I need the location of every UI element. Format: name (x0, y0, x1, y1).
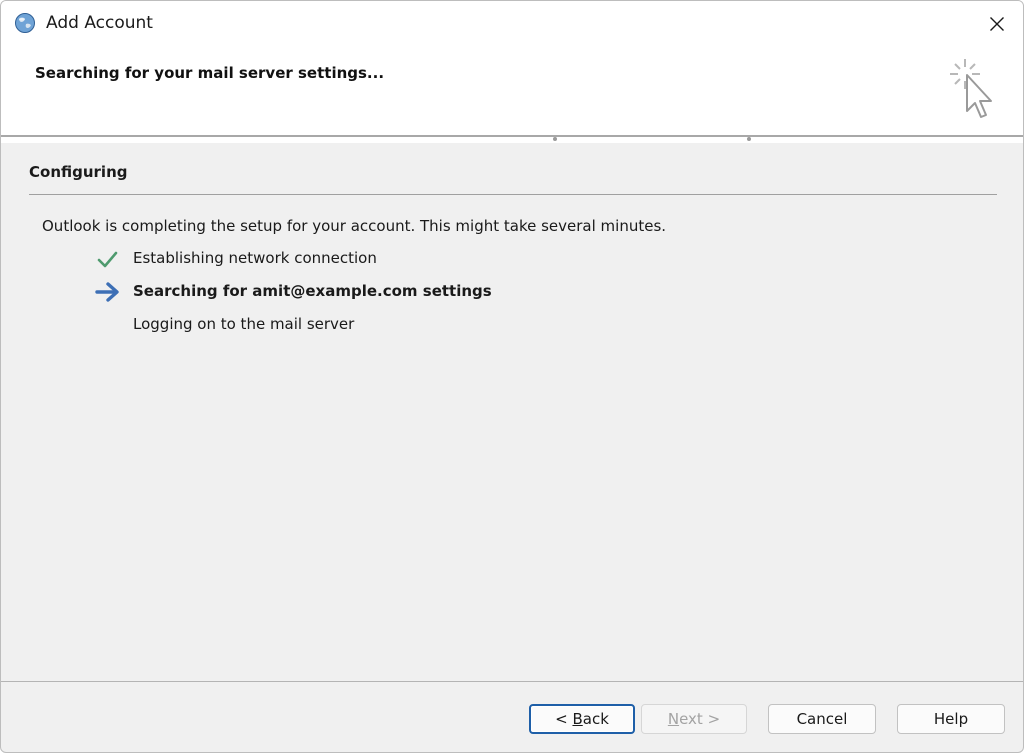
close-icon (990, 17, 1004, 31)
section-title: Configuring (29, 163, 128, 181)
help-button-label: Help (933, 710, 969, 728)
outlook-globe-icon (15, 13, 35, 33)
checkmark-icon (97, 251, 118, 268)
back-button[interactable]: < Back (529, 704, 635, 734)
next-button-mnemonic: N (667, 710, 680, 728)
add-account-dialog: Add Account Searching for your mail serv… (0, 0, 1024, 753)
intro-text: Outlook is completing the setup for your… (42, 217, 667, 235)
cancel-button[interactable]: Cancel (768, 704, 876, 734)
step-label: Searching for amit@example.com settings (133, 282, 492, 300)
page-heading: Searching for your mail server settings.… (35, 64, 385, 82)
back-button-rest: ack (582, 710, 609, 728)
help-button[interactable]: Help (897, 704, 1005, 734)
section-divider (29, 194, 997, 195)
arrow-right-icon (95, 282, 119, 302)
step-label: Logging on to the mail server (133, 315, 355, 333)
back-button-mnemonic: B (572, 710, 583, 728)
next-button[interactable]: Next > (641, 704, 747, 734)
wizard-header: Searching for your mail server settings.… (1, 49, 1023, 135)
close-button[interactable] (979, 7, 1015, 41)
cursor-click-icon (950, 59, 992, 118)
step-label: Establishing network connection (133, 249, 377, 267)
decorative-dot (553, 137, 557, 141)
cancel-button-label: Cancel (796, 710, 848, 728)
back-button-prefix: < (555, 710, 573, 728)
header-shadow (1, 137, 1023, 143)
decorative-dot (747, 137, 751, 141)
title-bar: Add Account (1, 1, 1023, 49)
window-title: Add Account (46, 13, 153, 33)
footer-divider (1, 681, 1023, 682)
next-button-rest: ext > (679, 710, 721, 728)
